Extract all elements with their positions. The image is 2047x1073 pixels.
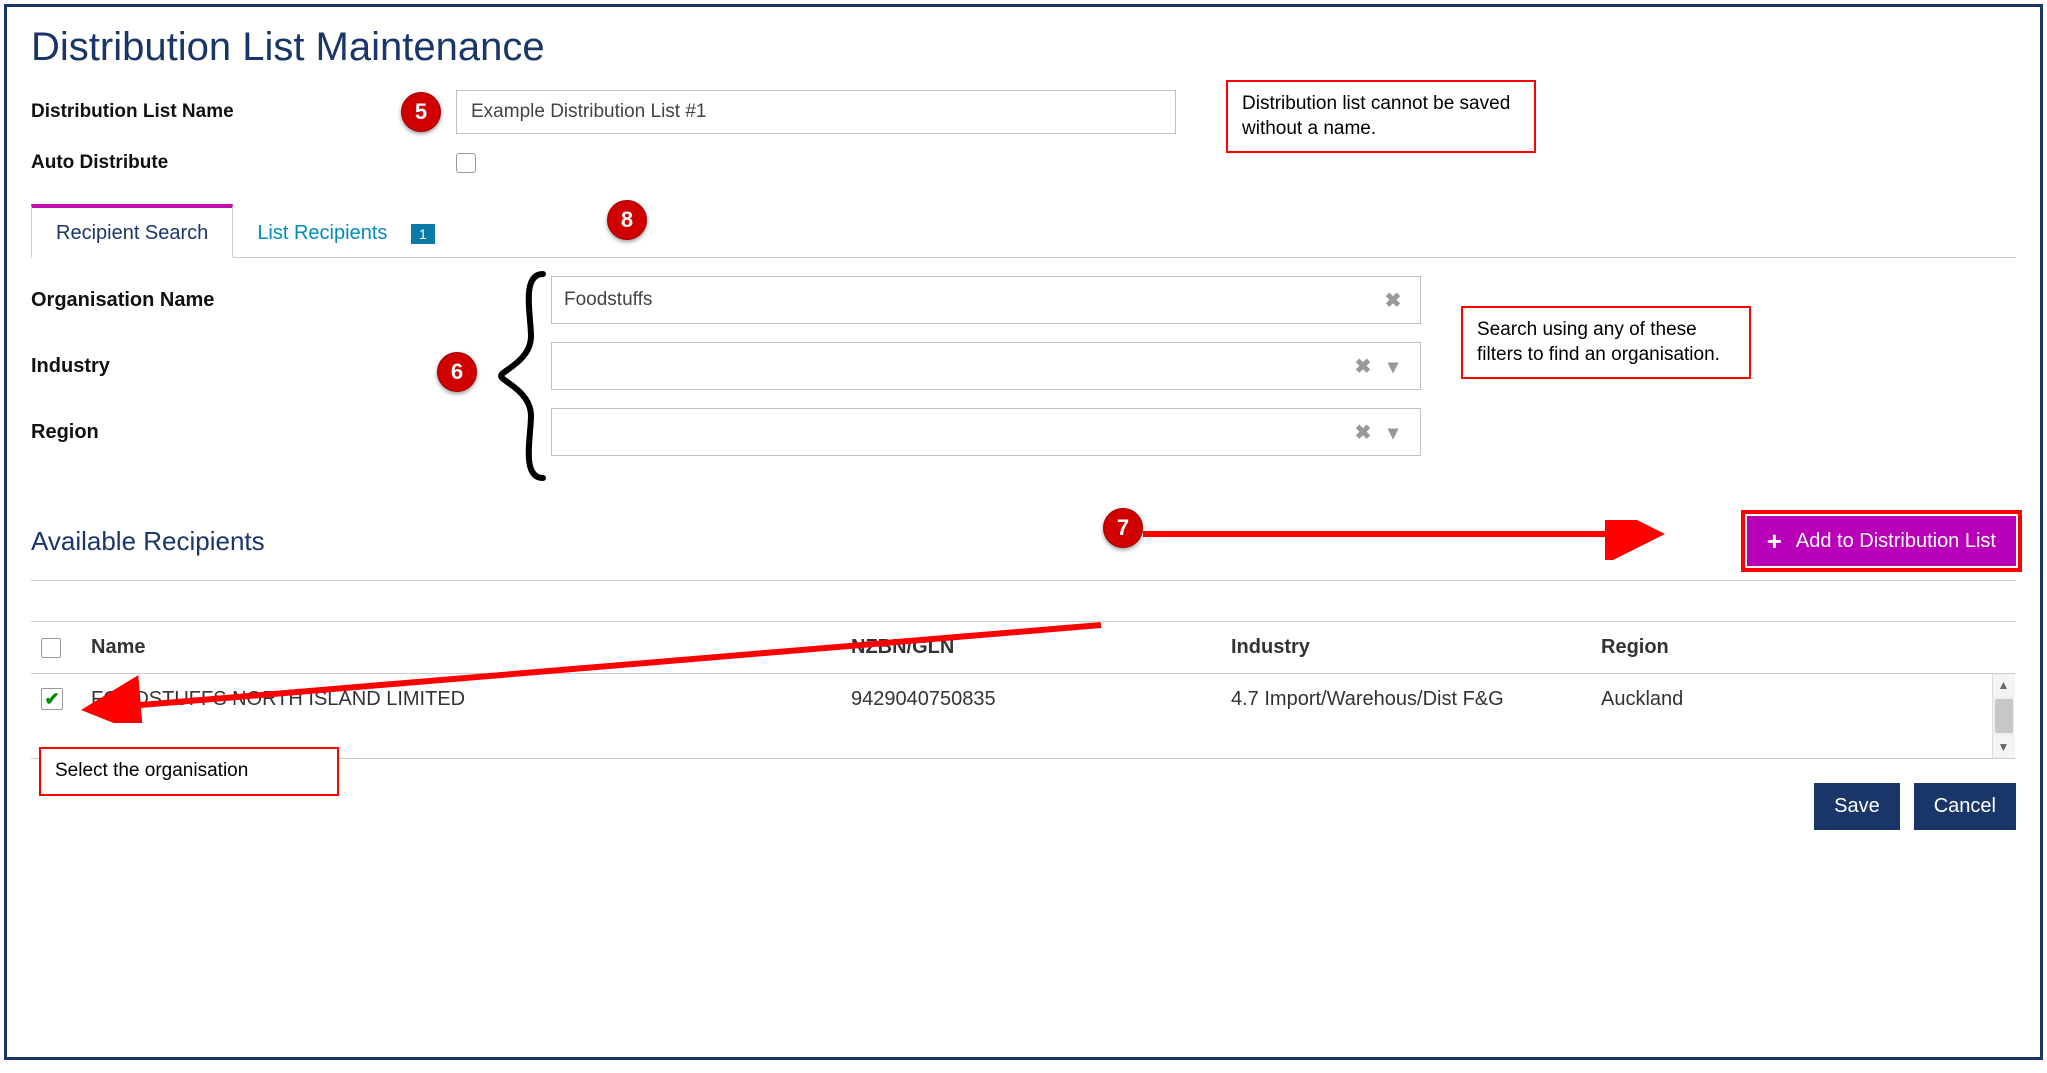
annotation-note-select: Select the organisation (39, 747, 339, 796)
dist-name-label: Distribution List Name (31, 101, 371, 123)
tab-bar: Recipient Search List Recipients 1 8 (31, 204, 2016, 258)
available-title: Available Recipients (31, 526, 265, 557)
region-input[interactable] (564, 421, 1348, 443)
annotation-arrow-7 (1143, 520, 1673, 560)
org-name-label: Organisation Name (31, 289, 551, 312)
org-name-input-wrap: ✖ (551, 276, 1421, 324)
add-to-distribution-label: Add to Distribution List (1796, 530, 1996, 553)
industry-input[interactable] (564, 355, 1348, 377)
tab-list-recipients-label: List Recipients (257, 222, 387, 244)
auto-distribute-row: Auto Distribute (31, 152, 2016, 174)
scroll-thumb[interactable] (1995, 699, 2013, 733)
dist-name-input[interactable] (456, 90, 1176, 134)
row-checkbox[interactable] (41, 688, 63, 710)
industry-select[interactable]: ✖ ▾ (551, 342, 1421, 390)
dist-name-row: Distribution List Name 5 Distribution li… (31, 90, 2016, 134)
col-name: Name (81, 622, 841, 674)
annotation-note-name: Distribution list cannot be saved withou… (1226, 80, 1536, 153)
brace-icon (491, 266, 555, 486)
col-nzbn: NZBN/GLN (841, 622, 1221, 674)
scrollbar[interactable]: ▲ ▼ (1992, 674, 2014, 758)
table-row[interactable]: FOODSTUFFS NORTH ISLAND LIMITED 94290407… (31, 674, 2016, 759)
cell-industry: 4.7 Import/Warehous/Dist F&G (1221, 674, 1591, 759)
region-label: Region (31, 421, 551, 444)
available-header: Available Recipients 7 + Add to Distribu… (31, 516, 2016, 581)
page-title: Distribution List Maintenance (31, 25, 2016, 70)
tab-list-recipients[interactable]: List Recipients 1 (233, 208, 458, 257)
table-header-row: Name NZBN/GLN Industry Region (31, 622, 2016, 674)
cell-nzbn: 9429040750835 (841, 674, 1221, 759)
chevron-down-icon[interactable]: ▾ (1378, 420, 1408, 445)
annotation-badge-6: 6 (437, 352, 477, 392)
col-industry: Industry (1221, 622, 1591, 674)
tab-list-recipients-count: 1 (411, 224, 435, 244)
chevron-down-icon[interactable]: ▾ (1378, 354, 1408, 379)
cell-region: Auckland (1591, 674, 1992, 759)
clear-icon[interactable]: ✖ (1378, 288, 1408, 313)
annotation-badge-7: 7 (1103, 508, 1143, 548)
save-button[interactable]: Save (1814, 783, 1900, 830)
auto-distribute-checkbox[interactable] (456, 153, 476, 173)
annotation-badge-8: 8 (607, 200, 647, 240)
clear-icon[interactable]: ✖ (1348, 354, 1378, 379)
clear-icon[interactable]: ✖ (1348, 420, 1378, 445)
auto-distribute-label: Auto Distribute (31, 152, 371, 174)
add-to-distribution-button[interactable]: + Add to Distribution List (1747, 516, 2016, 566)
cell-name: FOODSTUFFS NORTH ISLAND LIMITED (81, 674, 841, 759)
select-all-checkbox[interactable] (41, 638, 61, 658)
region-select[interactable]: ✖ ▾ (551, 408, 1421, 456)
recipients-table-wrap: Name NZBN/GLN Industry Region FOODSTUFFS… (31, 621, 2016, 759)
plus-icon: + (1767, 528, 1782, 554)
recipients-table: Name NZBN/GLN Industry Region FOODSTUFFS… (31, 621, 2016, 759)
scroll-down-icon[interactable]: ▼ (1993, 736, 2015, 758)
annotation-badge-5: 5 (401, 92, 441, 132)
annotation-note-filters: Search using any of these filters to fin… (1461, 306, 1751, 379)
cancel-button[interactable]: Cancel (1914, 783, 2016, 830)
tab-recipient-search[interactable]: Recipient Search (31, 204, 233, 258)
scroll-up-icon[interactable]: ▲ (1993, 674, 2015, 696)
col-region: Region (1591, 622, 1992, 674)
org-name-input[interactable] (564, 289, 1378, 311)
filter-block: 6 Search using any of these filters to f… (31, 276, 2016, 456)
